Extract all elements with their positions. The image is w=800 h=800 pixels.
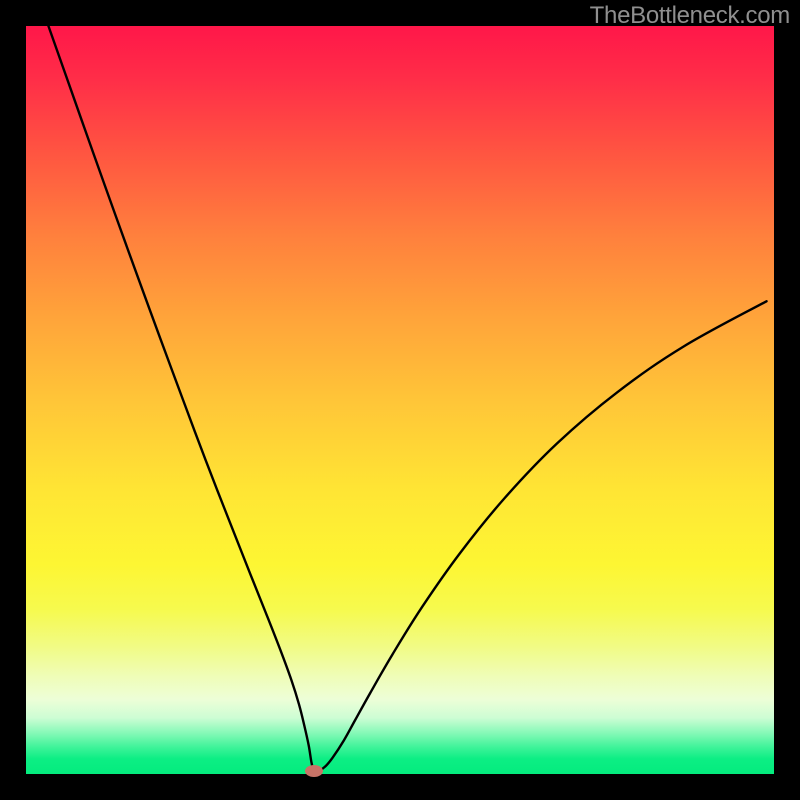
plot-area bbox=[26, 26, 774, 774]
bottleneck-curve bbox=[26, 26, 774, 774]
app-frame: TheBottleneck.com bbox=[0, 0, 800, 800]
minimum-marker bbox=[305, 765, 323, 777]
watermark-label: TheBottleneck.com bbox=[590, 2, 790, 30]
